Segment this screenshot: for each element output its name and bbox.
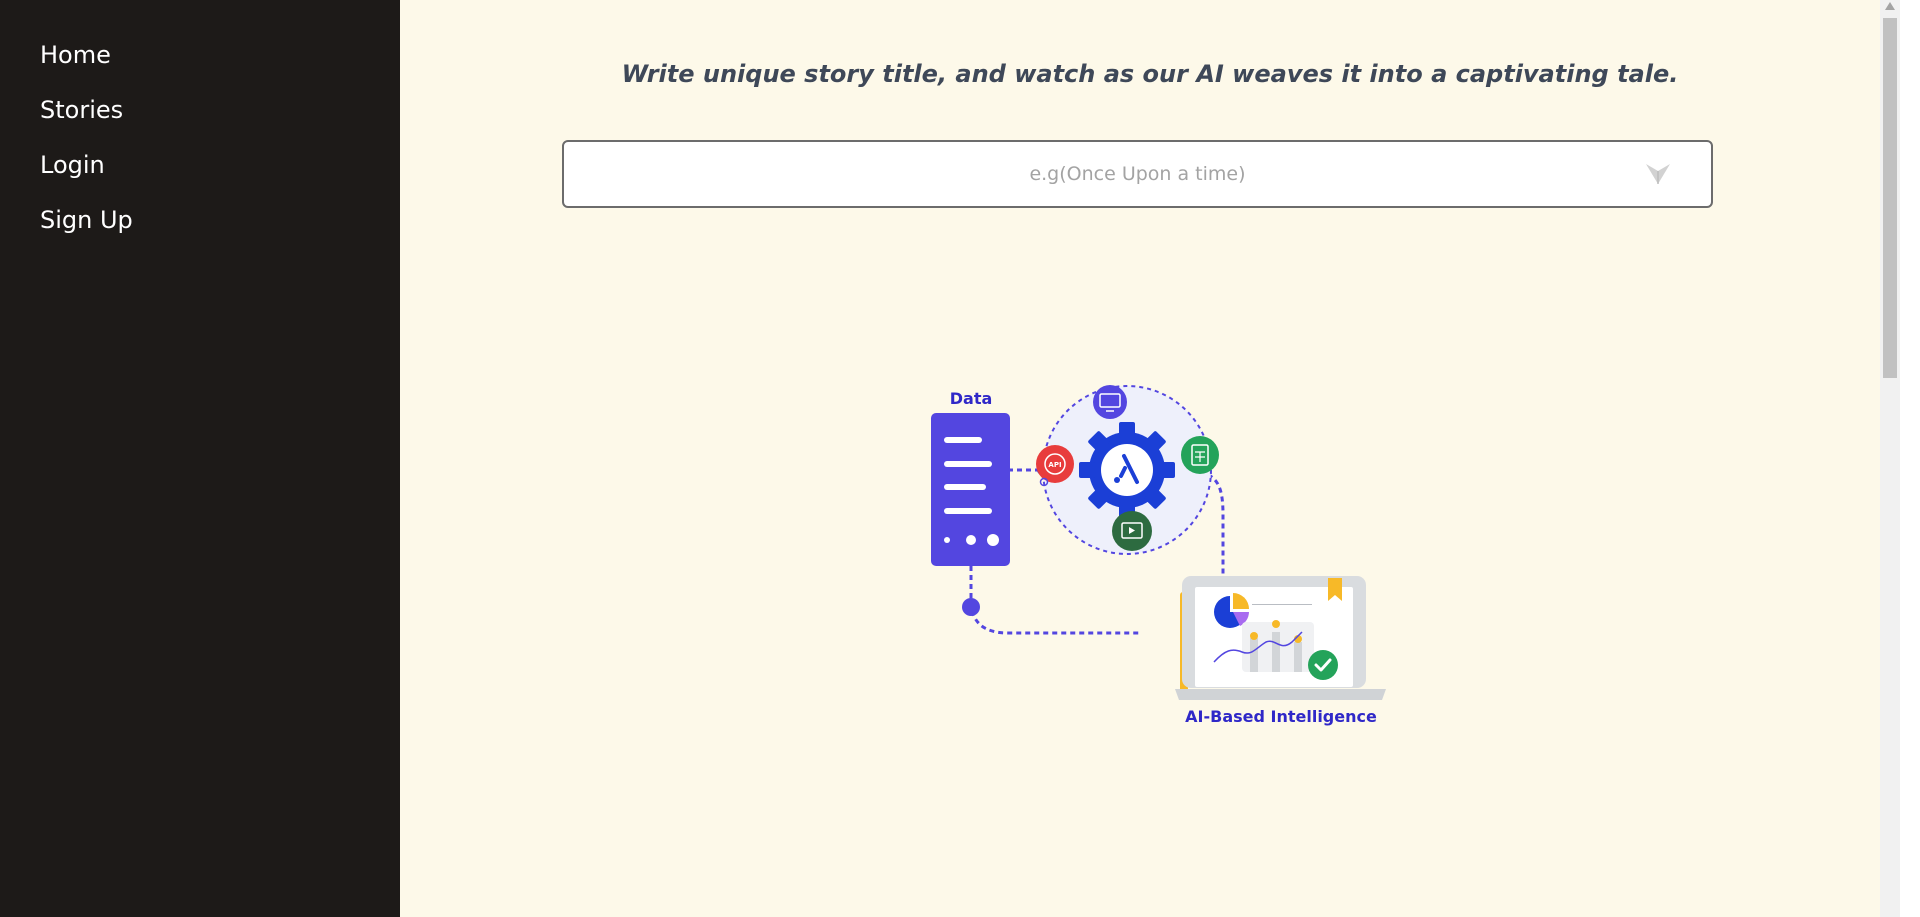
laptop-icon [1175,576,1386,700]
connector-node-dot [962,598,980,616]
story-title-input[interactable] [564,142,1711,206]
monitor-icon [1093,385,1127,419]
page-tagline: Write unique story title, and watch as o… [621,60,1679,88]
sidebar-item-login[interactable]: Login [0,138,400,193]
api-badge-label: API [1048,461,1061,469]
connector-server-laptop [969,566,1142,635]
sidebar: Home Stories Login Sign Up [0,0,400,917]
data-label: Data [950,389,993,408]
sidebar-item-home[interactable]: Home [0,28,400,83]
scroll-thumb[interactable] [1883,18,1897,378]
app-root: Home Stories Login Sign Up Write unique … [0,0,1920,917]
ai-data-illustration: Data API AI-Based Intelligence [931,385,1386,726]
check-icon [1308,650,1338,680]
video-icon [1112,511,1152,551]
main-content: Write unique story title, and watch as o… [400,0,1900,917]
scroll-up-arrow-icon[interactable] [1885,2,1895,10]
sidebar-item-stories[interactable]: Stories [0,83,400,138]
ai-intelligence-label: AI-Based Intelligence [1185,707,1377,726]
sidebar-item-sign-up[interactable]: Sign Up [0,193,400,248]
send-icon[interactable] [1645,163,1671,185]
page-scrollbar[interactable] [1880,0,1900,917]
story-title-field [562,140,1713,208]
spreadsheet-icon [1181,436,1219,474]
